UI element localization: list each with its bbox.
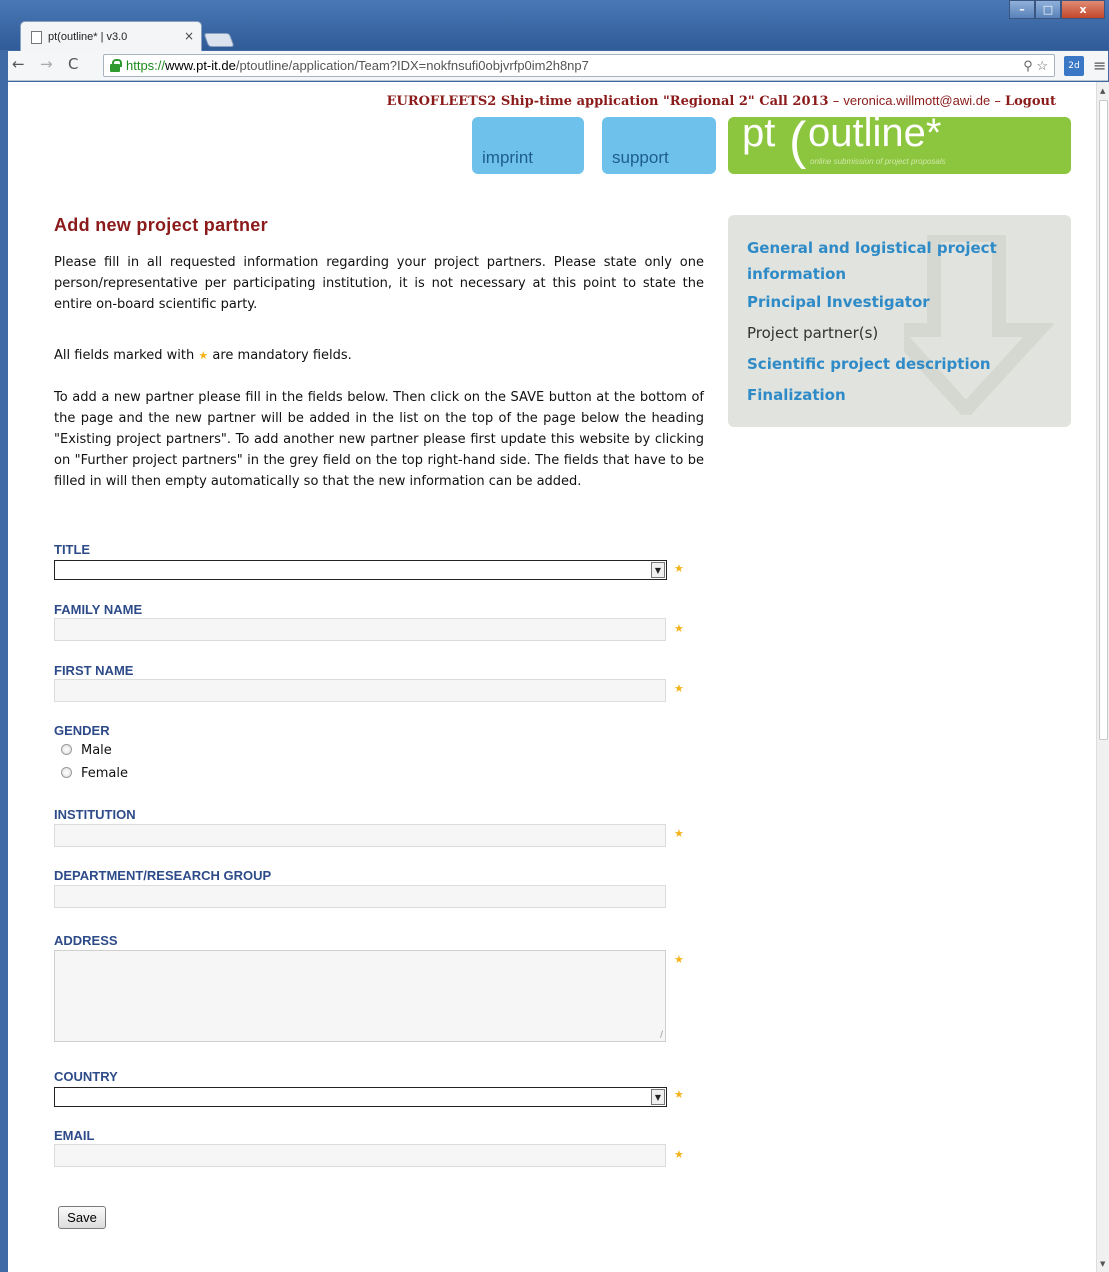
gender-label: GENDER <box>54 723 110 738</box>
chevron-down-icon[interactable]: ▼ <box>651 1089 665 1105</box>
menu-icon[interactable]: ≡ <box>1093 56 1106 75</box>
page-viewport: EUROFLEETS2 Ship-time application "Regio… <box>8 82 1096 1272</box>
ptoutline-logo: pt ( outline* online submission of proje… <box>728 117 1071 174</box>
lock-icon <box>110 59 122 72</box>
mandatory-star-icon: ★ <box>674 682 684 695</box>
page-title: Add new project partner <box>54 215 268 235</box>
mandatory-star-icon: ★ <box>674 1148 684 1161</box>
mandatory-star-icon: ★ <box>674 562 684 575</box>
maximize-button[interactable]: □ <box>1035 0 1061 19</box>
mandatory-star-icon: ★ <box>674 953 684 966</box>
scroll-up-icon[interactable]: ▲ <box>1100 87 1105 95</box>
first-name-label: FIRST NAME <box>54 663 134 678</box>
address-textarea[interactable]: ∕ <box>54 950 666 1042</box>
gender-option-male[interactable]: Male <box>61 743 112 758</box>
mandatory-star-icon: ★ <box>674 622 684 635</box>
institution-label: INSTITUTION <box>54 807 136 822</box>
radio-button[interactable] <box>61 767 72 778</box>
mandatory-star-icon: ★ <box>198 349 209 362</box>
url-text: https://www.pt-it.de/ptoutline/applicati… <box>126 58 589 73</box>
scroll-down-icon[interactable]: ▼ <box>1100 1260 1105 1268</box>
resize-handle-icon[interactable]: ∕ <box>660 1030 663 1040</box>
address-bar[interactable]: https://www.pt-it.de/ptoutline/applicati… <box>103 54 1055 77</box>
close-tab-icon[interactable]: × <box>184 29 194 43</box>
sidebar-item-general[interactable]: General and logistical project informati… <box>747 235 1007 287</box>
chevron-down-icon[interactable]: ▼ <box>651 562 665 578</box>
email-input[interactable] <box>54 1144 666 1167</box>
country-select[interactable]: ▼ <box>54 1087 667 1107</box>
title-label: TITLE <box>54 542 91 557</box>
user-email: veronica.willmott@awi.de <box>843 93 991 108</box>
save-button[interactable]: Save <box>58 1206 106 1229</box>
mandatory-note: All fields marked with ★ are mandatory f… <box>54 348 352 363</box>
first-name-input[interactable] <box>54 679 666 702</box>
instructions-text: To add a new partner please fill in the … <box>54 390 704 489</box>
call-title: EUROFLEETS2 Ship-time application "Regio… <box>386 94 829 109</box>
radio-button[interactable] <box>61 744 72 755</box>
address-label: ADDRESS <box>54 933 118 948</box>
department-input[interactable] <box>54 885 666 908</box>
forward-icon[interactable]: → <box>40 55 53 73</box>
window-controls: – □ x <box>1009 0 1105 20</box>
zoom-icon[interactable]: ⚲ <box>1023 58 1033 73</box>
sidebar-item-partners: Project partner(s) <box>747 324 879 342</box>
browser-toolbar: ← → C https://www.pt-it.de/ptoutline/app… <box>8 51 1108 81</box>
department-label: DEPARTMENT/RESEARCH GROUP <box>54 868 272 883</box>
institution-input[interactable] <box>54 824 666 847</box>
close-window-button[interactable]: x <box>1061 0 1105 19</box>
bookmark-star-icon[interactable]: ☆ <box>1036 58 1048 73</box>
browser-tab[interactable]: pt(outline* | v3.0 × <box>20 21 202 52</box>
new-tab-button[interactable] <box>203 33 235 47</box>
logout-link[interactable]: Logout <box>1005 94 1056 109</box>
window-titlebar: pt(outline* | v3.0 × – □ x <box>0 0 1109 52</box>
email-label: EMAIL <box>54 1128 95 1143</box>
family-name-input[interactable] <box>54 618 666 641</box>
progress-sidebar: General and logistical project informati… <box>728 215 1071 427</box>
back-icon[interactable]: ← <box>12 55 25 73</box>
page-icon <box>31 31 42 44</box>
extension-icon[interactable]: 2d <box>1064 56 1084 76</box>
family-name-label: FAMILY NAME <box>54 602 143 617</box>
sidebar-item-finalization[interactable]: Finalization <box>747 386 846 404</box>
country-label: COUNTRY <box>54 1069 118 1084</box>
reload-icon[interactable]: C <box>68 55 78 73</box>
mandatory-star-icon: ★ <box>674 827 684 840</box>
support-link[interactable]: support <box>602 117 716 174</box>
tab-title: pt(outline* | v3.0 <box>48 31 128 43</box>
sidebar-item-pi[interactable]: Principal Investigator <box>747 293 930 311</box>
page-scrollbar[interactable]: ▲ ▼ <box>1096 82 1109 1272</box>
imprint-link[interactable]: imprint <box>472 117 584 174</box>
title-select[interactable]: ▼ <box>54 560 667 580</box>
mandatory-star-icon: ★ <box>674 1088 684 1101</box>
intro-text: Please fill in all requested information… <box>54 255 704 312</box>
sidebar-item-description[interactable]: Scientific project description <box>747 355 991 373</box>
minimize-button[interactable]: – <box>1009 0 1035 19</box>
session-bar: EUROFLEETS2 Ship-time application "Regio… <box>386 93 1056 109</box>
gender-option-female[interactable]: Female <box>61 766 128 781</box>
scroll-thumb[interactable] <box>1099 100 1108 740</box>
